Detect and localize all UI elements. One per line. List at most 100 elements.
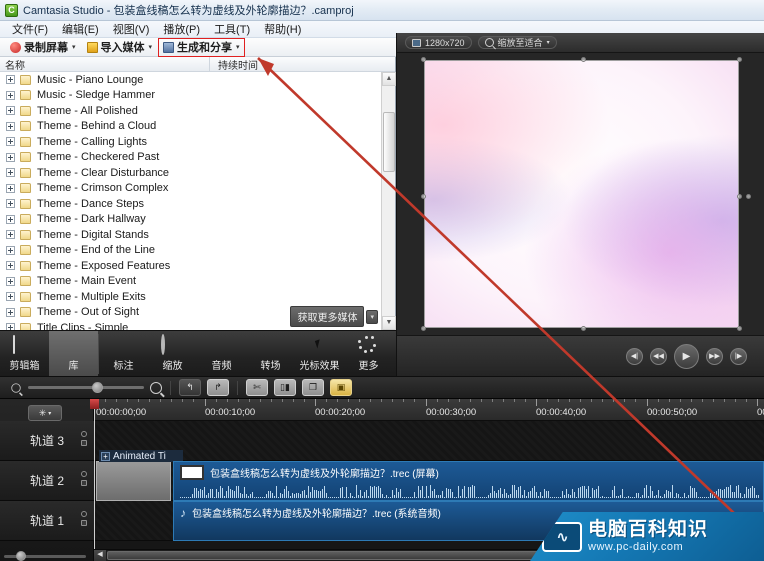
resize-handle-bm[interactable] [581,326,586,331]
expand-icon[interactable] [6,152,15,162]
expand-icon[interactable] [6,230,15,240]
tab-transitions[interactable]: 转场 [246,331,295,377]
track-header-2[interactable]: 轨道 2 [0,461,94,501]
scroll-left-icon[interactable]: ◀ [94,550,106,561]
chevron-down-icon[interactable]: ▾ [149,43,153,51]
expand-icon[interactable] [6,90,15,100]
chevron-down-icon[interactable]: ▾ [366,309,378,324]
resize-handle-mr[interactable] [736,194,742,199]
marker-button[interactable]: ▣ [330,379,352,396]
track-lane-3[interactable] [94,421,764,461]
scrollbar-thumb[interactable] [383,112,395,172]
expand-icon[interactable] [6,245,15,255]
list-item[interactable]: Theme - Checkered Past [0,150,395,166]
expand-icon[interactable] [6,75,15,85]
list-item[interactable]: Theme - Main Event [0,274,395,290]
timeline-zoom-slider[interactable] [28,382,144,393]
tab-cursor-effects[interactable]: 光标效果 [295,331,344,377]
zoom-out-icon[interactable] [11,382,21,393]
list-item[interactable]: Theme - Digital Stands [0,227,395,243]
tab-audio[interactable]: 音频 [197,331,246,377]
expand-icon[interactable]: + [101,451,110,461]
menu-item-play[interactable]: 播放(P) [157,20,206,38]
list-item[interactable]: Theme - Crimson Complex [0,181,395,197]
resize-handle-br[interactable] [736,326,742,331]
menu-item-view[interactable]: 视图(V) [107,20,156,38]
jump-to-start-button[interactable]: ◀| [626,347,643,365]
resize-handle-tr[interactable] [736,57,742,62]
list-item[interactable]: Theme - Calling Lights [0,134,395,150]
redo-button[interactable]: ↱ [207,379,229,396]
video-clip[interactable]: 包装盒线稿怎么转为虚线及外轮廓描边？.trec (屏幕) [173,461,764,501]
playhead[interactable] [90,399,99,561]
preview-canvas[interactable] [423,60,739,328]
expand-icon[interactable] [6,307,15,317]
list-item[interactable]: Theme - End of the Line [0,243,395,259]
canvas-dimensions-button[interactable]: 1280x720 [405,36,472,49]
resize-handle-ml[interactable] [420,194,426,199]
chevron-down-icon[interactable]: ▾ [236,43,240,51]
tab-clip-bin[interactable]: 剪辑箱 [0,331,49,377]
expand-icon[interactable] [6,214,15,224]
step-back-button[interactable]: ◀◀ [650,347,667,365]
list-item[interactable]: Theme - Multiple Exits [0,289,395,305]
expand-icon[interactable] [6,276,15,286]
copy-button[interactable]: ❐ [302,379,324,396]
expand-icon[interactable] [6,292,15,302]
track-height-thumb[interactable] [16,550,26,561]
timeline-options-button[interactable]: ✳ ▾ [28,405,62,421]
expand-icon[interactable] [6,168,15,178]
track-lane-2[interactable]: + Animated Ti 包装盒线稿怎么转为虚线及外轮廓描边？.trec (屏… [94,450,764,501]
list-item[interactable]: Theme - Behind a Cloud [0,119,395,135]
tab-callouts[interactable]: 标注 [99,331,148,377]
tab-zoom-n-pan[interactable]: 缩放 [148,331,197,377]
list-item[interactable]: Theme - Exposed Features [0,258,395,274]
resize-handle-bl[interactable] [420,326,426,331]
canvas-selection[interactable] [420,57,751,331]
timeline-ruler[interactable]: 00:00:00;00 00:00:10;00 00:00:20;00 00:00:3… [94,399,764,421]
split-button[interactable]: ▯▮ [274,379,296,396]
get-more-media-button[interactable]: 获取更多媒体 [290,306,365,327]
expand-icon[interactable] [6,323,15,330]
library-list[interactable]: Music - Piano Lounge Music - Sledge Hamme… [0,72,395,330]
scroll-down-icon[interactable]: ▼ [382,316,396,330]
chevron-down-icon[interactable]: ▾ [48,410,51,417]
expand-icon[interactable] [6,261,15,271]
chevron-down-icon[interactable]: ▾ [547,39,550,46]
scroll-up-icon[interactable]: ▲ [382,72,396,86]
resize-handle-mr2[interactable] [745,194,751,199]
list-item[interactable]: Theme - Clear Disturbance [0,165,395,181]
zoom-slider-thumb[interactable] [92,382,103,393]
menu-item-tools[interactable]: 工具(T) [208,20,256,38]
list-item[interactable]: Theme - All Polished [0,103,395,119]
track-header-3[interactable]: 轨道 3 [0,421,94,461]
list-item[interactable]: Theme - Dance Steps [0,196,395,212]
expand-icon[interactable] [6,199,15,209]
library-scrollbar[interactable]: ▲ ▼ [381,72,396,330]
chevron-down-icon[interactable]: ▾ [72,43,76,51]
list-item[interactable]: Music - Piano Lounge [0,72,395,88]
track-header-1[interactable]: 轨道 1 [0,501,94,541]
column-header-duration[interactable]: 持续时间 [210,57,258,72]
track-1-toggles[interactable] [81,511,87,526]
cut-button[interactable]: ✄ [246,379,268,396]
zoom-fit-button[interactable]: 缩放至适合 ▾ [477,36,557,49]
expand-icon[interactable] [6,106,15,116]
import-media-button[interactable]: 导入媒体 ▾ [83,39,157,56]
menu-item-help[interactable]: 帮助(H) [258,20,307,38]
list-item[interactable]: Theme - Dark Hallway [0,212,395,228]
undo-button[interactable]: ↰ [179,379,201,396]
step-forward-button[interactable]: ▶▶ [706,347,723,365]
resize-handle-tm[interactable] [581,57,586,62]
expand-icon[interactable] [6,137,15,147]
produce-and-share-button[interactable]: 生成和分享 ▾ [158,37,245,57]
animated-title-clip[interactable]: + Animated Ti [96,450,183,501]
track-height-slider[interactable] [4,550,90,561]
zoom-in-icon[interactable] [150,381,162,394]
column-header-name[interactable]: 名称 [0,56,210,72]
track-3-toggles[interactable] [81,431,87,446]
playhead-grip[interactable] [90,399,99,409]
animated-title-header[interactable]: + Animated Ti [99,450,183,462]
menu-item-file[interactable]: 文件(F) [6,20,54,38]
jump-to-end-button[interactable]: |▶ [730,347,747,365]
